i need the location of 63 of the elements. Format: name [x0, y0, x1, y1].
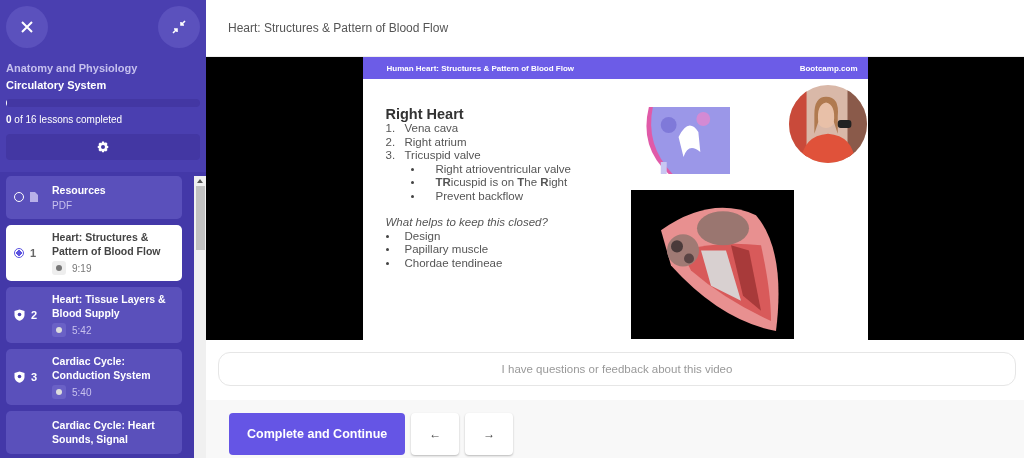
list-number: 2.	[385, 135, 397, 149]
lesson-title: Heart: Structures & Pattern of Blood Flow	[52, 230, 162, 258]
lesson-duration: 9:19	[72, 262, 92, 274]
section-title: Circulatory System	[6, 79, 108, 91]
slide-banner-title: Human Heart: Structures & Pattern of Blood Flow	[386, 63, 575, 73]
slide-question: What helps to keep this closed?	[385, 216, 549, 230]
clock-icon	[52, 323, 66, 337]
previous-button[interactable]: ←	[411, 413, 460, 455]
lesson-title: Cardiac Cycle: Conduction System	[52, 354, 152, 382]
slide-banner-site: Bootcamp.com	[799, 63, 858, 73]
bullet-dot	[410, 167, 414, 171]
lesson-title: Heart: Tissue Layers & Blood Supply	[52, 292, 167, 320]
bullet-dot	[410, 181, 414, 185]
slide-heading: Right Heart	[385, 106, 465, 122]
list-item: Right atrioventricular valve	[435, 162, 571, 176]
lesson-title: Cardiac Cycle: Heart Sounds, Signal	[52, 418, 156, 446]
list-item: Papillary muscle	[404, 243, 489, 257]
list-item: Prevent backflow	[435, 189, 524, 203]
next-button[interactable]: →	[465, 413, 514, 455]
list-item: Right atrium	[404, 135, 467, 149]
lesson-item[interactable]: 3 Cardiac Cycle: Conduction System 5:40	[6, 349, 182, 405]
bullet-dot	[385, 261, 389, 265]
progress-text: 0 of 16 lessons completed	[6, 114, 124, 125]
list-item: TRicuspid is on The Right	[435, 176, 568, 190]
bullet-dot	[385, 234, 389, 238]
complete-button[interactable]: Complete and Continue	[229, 413, 406, 455]
scrollbar[interactable]	[194, 176, 206, 458]
scroll-up-icon[interactable]	[197, 179, 203, 183]
lesson-title: Resources	[52, 183, 106, 197]
feedback-field[interactable]: I have questions or feedback about this video	[218, 352, 1016, 386]
shield-icon	[14, 308, 25, 321]
list-item: Chordae tendineae	[404, 256, 503, 270]
radio-icon	[14, 247, 24, 258]
course-title: Anatomy and Physiology	[6, 62, 139, 74]
shield-icon	[14, 370, 25, 383]
list-item: Tricuspid valve	[404, 149, 481, 163]
lesson-heading: Heart: Structures & Pattern of Blood Flow	[228, 21, 449, 35]
clock-icon	[52, 261, 66, 275]
document-icon	[30, 192, 38, 202]
lesson-item[interactable]: 1 Heart: Structures & Pattern of Blood Flow 9:19	[6, 225, 182, 281]
close-icon	[21, 21, 33, 33]
lesson-item[interactable]: Resources PDF	[6, 176, 182, 219]
lesson-duration: 5:40	[72, 386, 92, 398]
bullet-dot	[410, 194, 414, 198]
clock-icon	[52, 385, 66, 399]
lesson-number: 3	[31, 370, 38, 383]
lesson-duration: 5:42	[72, 324, 92, 336]
scroll-thumb[interactable]	[195, 186, 205, 250]
video-player[interactable]	[206, 57, 1024, 340]
lesson-number: 1	[30, 246, 37, 259]
close-button[interactable]	[6, 6, 48, 48]
lesson-item[interactable]: Cardiac Cycle: Heart Sounds, Signal	[6, 411, 182, 454]
collapse-icon	[172, 20, 186, 34]
settings-icon	[97, 141, 109, 153]
list-item: Vena cava	[404, 122, 459, 136]
lesson-item[interactable]: 2 Heart: Tissue Layers & Blood Supply 5:42	[6, 287, 182, 343]
list-item: Design	[404, 229, 441, 243]
lesson-type: PDF	[52, 200, 73, 211]
list-number: 1.	[385, 122, 397, 136]
collapse-button[interactable]	[158, 6, 200, 48]
list-number: 3.	[385, 149, 397, 163]
lesson-number: 2	[31, 308, 38, 321]
bullet-dot	[385, 248, 389, 252]
